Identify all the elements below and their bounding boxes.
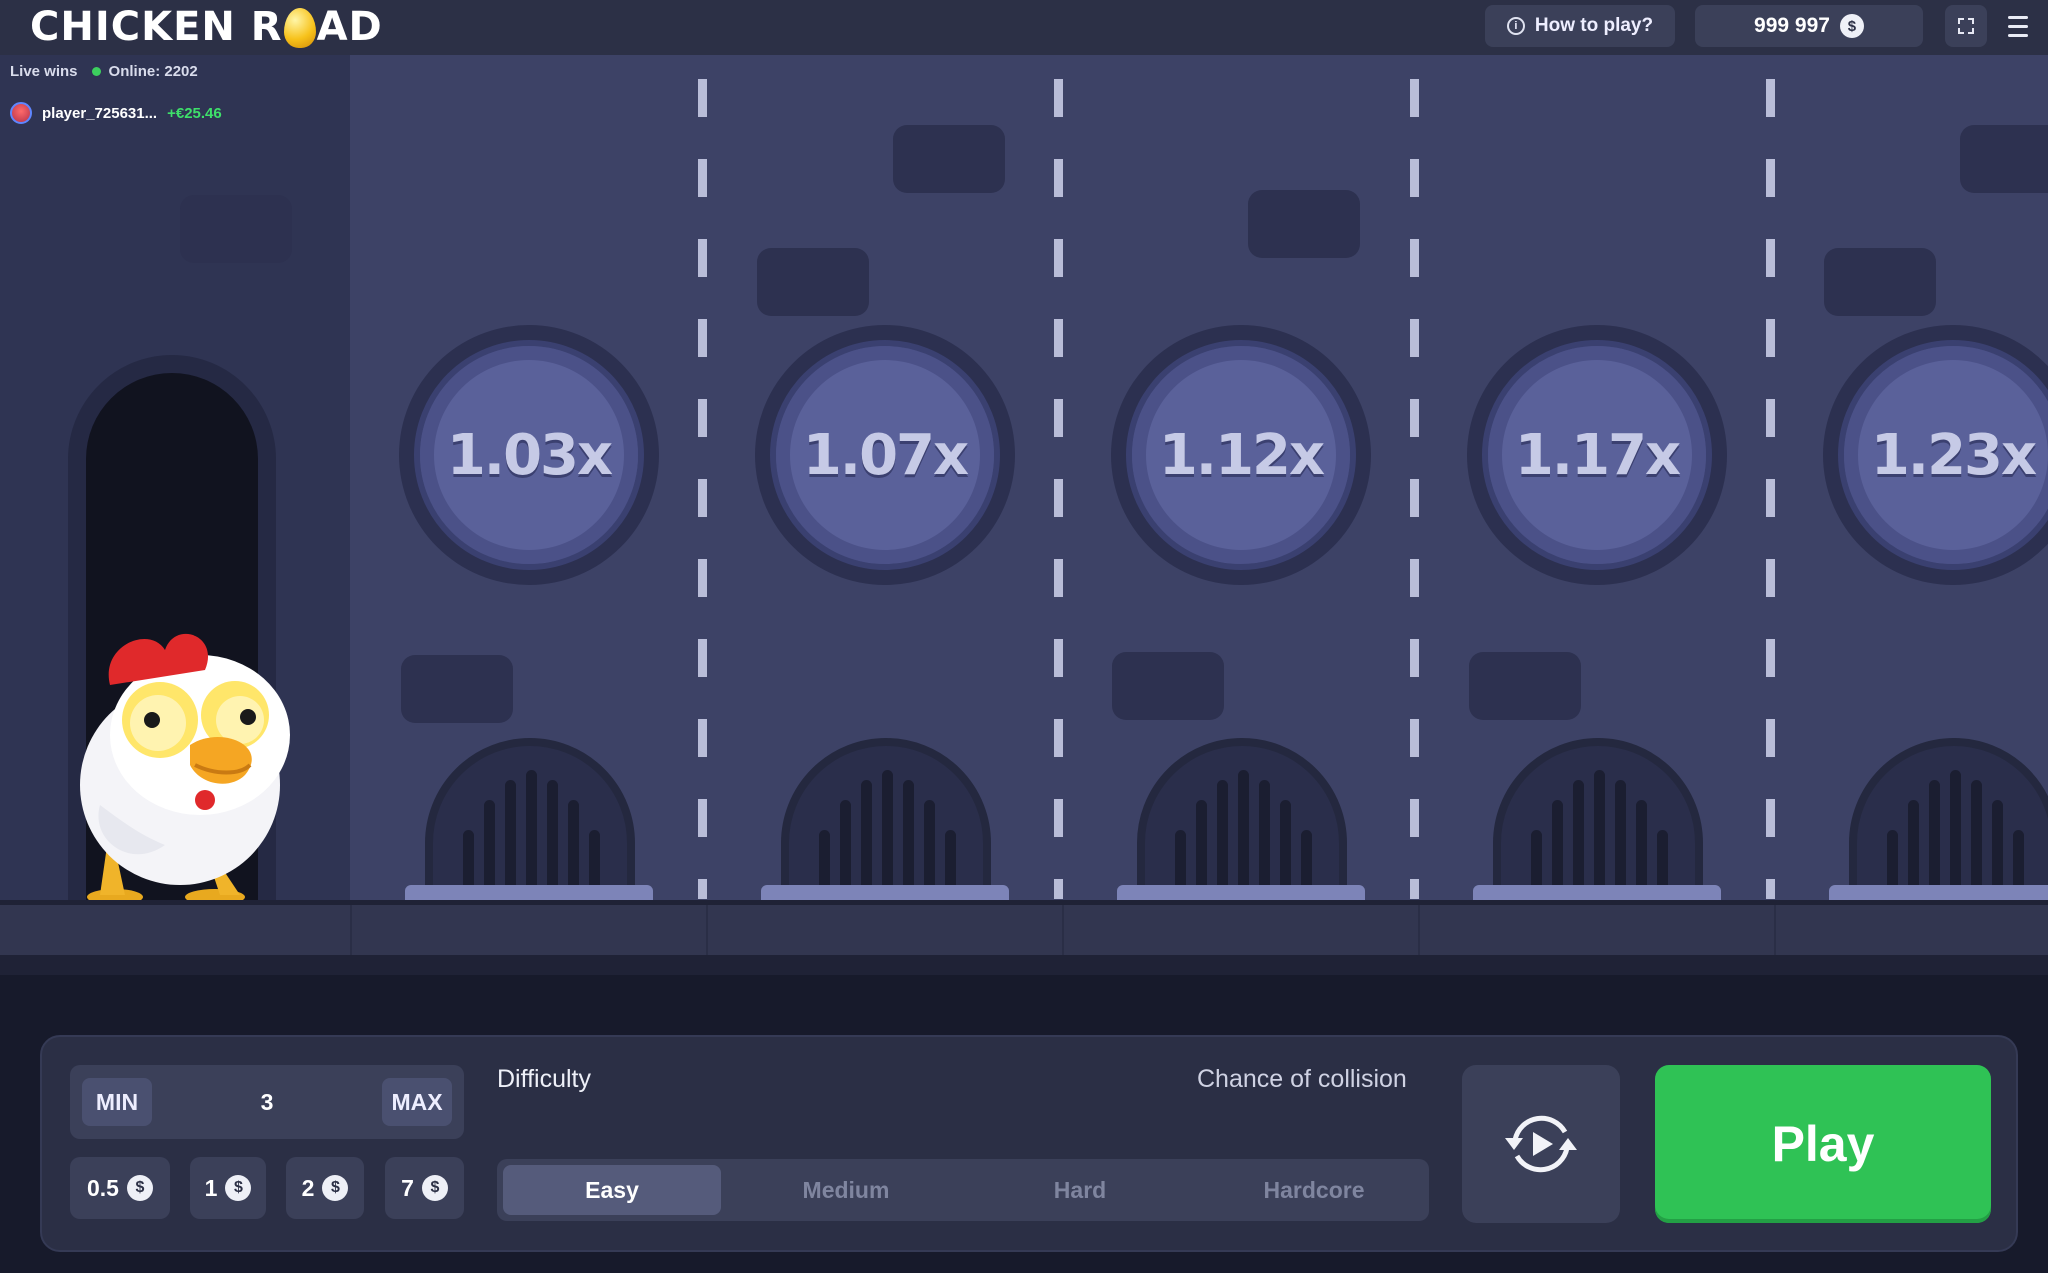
multiplier-value: 1.03x (446, 422, 613, 488)
fullscreen-icon (1958, 18, 1974, 34)
grate-base (1117, 885, 1365, 901)
win-amount: +€25.46 (167, 104, 222, 122)
decor-stone (1112, 652, 1224, 720)
live-wins-title: Live wins (10, 63, 78, 80)
sewer-grate (781, 738, 991, 898)
quick-bet-value: 0.5 (87, 1174, 119, 1201)
how-to-play-label: How to play? (1534, 15, 1654, 36)
control-panel: MIN 3 MAX 0.5 $ 1 $ 2 $ 7 $ Difficulty Chanc… (40, 1035, 2018, 1252)
chance-of-collision-label: Chance of collision (1197, 1065, 1407, 1093)
logo-text-right: AD (316, 4, 383, 50)
balance-display: 999 997 $ (1695, 5, 1923, 47)
menu-button[interactable] (2000, 8, 2036, 44)
decor-stone (180, 195, 292, 263)
multiplier-coin[interactable]: 1.17x (1467, 325, 1727, 585)
live-wins-header: Live wins Online: 2202 (10, 63, 198, 80)
sewer-grate (425, 738, 635, 898)
decor-stone (1960, 125, 2048, 193)
decor-stone (401, 655, 513, 723)
dollar-coin-icon: $ (322, 1175, 349, 1201)
sewer-grate (1493, 738, 1703, 898)
grate-base (405, 885, 653, 901)
difficulty-selector: Easy Medium Hard Hardcore (497, 1159, 1429, 1221)
quick-bet-value: 1 (204, 1174, 218, 1201)
live-win-row: player_725631... +€25.46 (10, 102, 222, 124)
sewer-grate (1137, 738, 1347, 898)
multiplier-value: 1.23x (1870, 422, 2037, 488)
quick-bet-value: 2 (301, 1174, 315, 1201)
grate-base (1829, 885, 2048, 901)
difficulty-hardcore[interactable]: Hardcore (1205, 1165, 1423, 1215)
grate-base (1473, 885, 1721, 901)
multiplier-coin[interactable]: 1.03x (399, 325, 659, 585)
sewer-grate (1849, 738, 2048, 898)
decor-stone (1824, 248, 1936, 316)
multiplier-value: 1.07x (802, 422, 969, 488)
dollar-coin-icon: $ (1839, 14, 1864, 38)
play-button[interactable]: Play (1655, 1065, 1991, 1223)
quick-bet-button[interactable]: 0.5 $ (70, 1157, 170, 1219)
info-icon: i (1506, 17, 1525, 35)
multiplier-coin[interactable]: 1.23x (1823, 325, 2048, 585)
dollar-coin-icon: $ (126, 1175, 153, 1201)
max-bet-button[interactable]: MAX (382, 1078, 452, 1126)
decor-stone (757, 248, 869, 316)
hamburger-icon (2008, 15, 2028, 19)
decor-stone (893, 125, 1005, 193)
egg-icon (283, 8, 316, 48)
game-logo: CHICKEN R AD (30, 2, 383, 52)
difficulty-easy[interactable]: Easy (503, 1165, 721, 1215)
fullscreen-button[interactable] (1945, 5, 1987, 47)
chicken-character (80, 633, 290, 905)
lane-divider (1410, 79, 1419, 899)
bet-amount-input[interactable]: 3 (200, 1078, 334, 1126)
multiplier-value: 1.12x (1158, 422, 1325, 488)
win-player: player_725631... (42, 104, 158, 122)
bet-amount-control: MIN 3 MAX (70, 1065, 464, 1139)
difficulty-hard[interactable]: Hard (971, 1165, 1189, 1215)
decor-stone (1469, 652, 1581, 720)
dollar-coin-icon: $ (421, 1175, 448, 1201)
logo-text-left: CHICKEN R (30, 4, 283, 50)
lane-divider (1054, 79, 1063, 899)
game-board: Live wins Online: 2202 player_725631... … (0, 55, 2048, 975)
quick-bet-button[interactable]: 7 $ (385, 1157, 464, 1219)
multiplier-coin[interactable]: 1.07x (755, 325, 1015, 585)
grate-base (761, 885, 1009, 901)
difficulty-label: Difficulty (497, 1065, 592, 1093)
avatar (10, 102, 32, 124)
decor-stone (1248, 190, 1360, 258)
autoplay-button[interactable] (1462, 1065, 1620, 1223)
difficulty-medium[interactable]: Medium (737, 1165, 955, 1215)
quick-bet-value: 7 (401, 1174, 414, 1201)
how-to-play-button[interactable]: i How to play? (1485, 5, 1675, 47)
autoplay-icon (1505, 1115, 1577, 1173)
multiplier-coin[interactable]: 1.12x (1111, 325, 1371, 585)
online-count: Online: 2202 (108, 63, 198, 80)
min-bet-button[interactable]: MIN (82, 1078, 152, 1126)
road-curb (0, 900, 2048, 955)
online-dot-icon (91, 67, 101, 76)
lane-divider (698, 79, 707, 899)
multiplier-value: 1.17x (1514, 422, 1681, 488)
top-bar: CHICKEN R AD i How to play? 999 997 $ (0, 0, 2048, 55)
dollar-coin-icon: $ (225, 1175, 252, 1201)
balance-value: 999 997 (1754, 14, 1830, 37)
lane-divider (1766, 79, 1775, 899)
quick-bet-button[interactable]: 2 $ (286, 1157, 364, 1219)
quick-bet-button[interactable]: 1 $ (190, 1157, 266, 1219)
